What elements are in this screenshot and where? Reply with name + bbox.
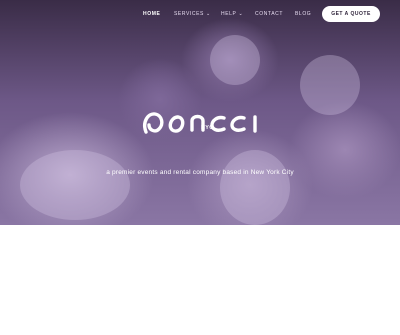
nav-help-link[interactable]: HELP ⌄ (221, 11, 243, 17)
brand-logo[interactable]: poncci NYC (140, 108, 262, 138)
logo-mark (143, 112, 257, 134)
hero-photo-figure (210, 35, 260, 85)
get-a-quote-button[interactable]: GET A QUOTE (322, 6, 380, 22)
hero-photo-figure (220, 150, 290, 225)
nav-blog-link[interactable]: BLOG (295, 11, 311, 17)
nav-contact-link[interactable]: CONTACT (255, 11, 283, 17)
nav-services-link[interactable]: SERVICES ⌄ (174, 11, 211, 17)
hero-photo-crowd (20, 150, 130, 220)
page-body (0, 225, 400, 335)
hero-tagline: a premier events and rental company base… (106, 169, 294, 176)
logo-subtext: NYC (201, 125, 214, 131)
chevron-down-icon: ⌄ (206, 11, 211, 17)
nav-home-link[interactable]: HOME (143, 11, 160, 17)
nav-services-label: SERVICES (174, 11, 204, 17)
hero-section: HOME SERVICES ⌄ HELP ⌄ CONTACT BLOG GET A … (0, 0, 400, 225)
hero-photo-figure (300, 55, 360, 115)
nav-help-label: HELP (221, 11, 237, 17)
chevron-down-icon: ⌄ (238, 11, 244, 17)
